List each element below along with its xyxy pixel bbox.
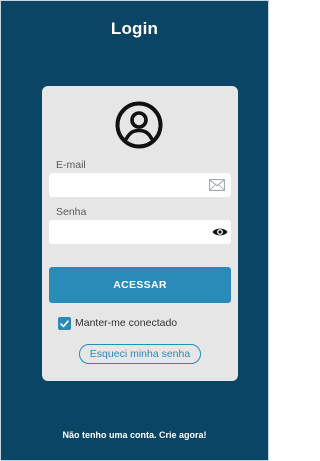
forgot-password-button[interactable]: Esqueci minha senha [79, 344, 201, 364]
page-title: Login [110, 19, 159, 38]
user-circle-icon [115, 101, 163, 149]
login-button[interactable]: ACESSAR [49, 267, 231, 303]
signup-link[interactable]: Não tenho uma conta. Crie agora! [1, 430, 268, 440]
envelope-icon [209, 179, 225, 191]
password-label: Senha [56, 206, 87, 218]
keep-logged-in-checkbox[interactable] [58, 317, 71, 330]
login-card: E-mail Senha ACESSAR Manter-me conectado… [42, 86, 238, 381]
keep-logged-in-label[interactable]: Manter-me conectado [75, 317, 177, 330]
login-screen: Login E-mail Senha ACESSAR Manter-me con… [0, 0, 269, 461]
checkmark-icon [60, 319, 69, 327]
eye-icon[interactable] [212, 226, 228, 238]
email-label: E-mail [56, 159, 86, 171]
email-field[interactable] [49, 173, 231, 197]
password-field[interactable] [49, 220, 231, 244]
